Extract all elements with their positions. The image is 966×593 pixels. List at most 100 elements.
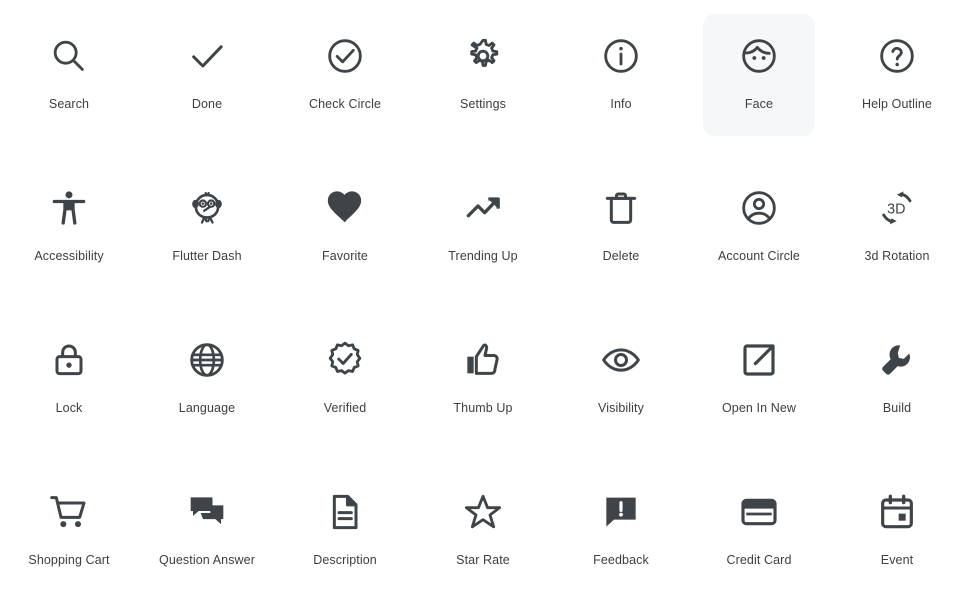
icon-label: Flutter Dash [172,249,242,263]
settings-icon[interactable] [459,32,507,80]
icon-label: Language [178,401,236,415]
icon-cell-verified[interactable]: Verified [276,304,414,456]
favorite-icon[interactable] [321,184,369,232]
credit-card-icon[interactable] [735,488,783,536]
icon-label: Settings [460,97,506,111]
flutter-dash-icon[interactable] [183,184,231,232]
icon-cell-trending-up[interactable]: Trending Up [414,152,552,304]
icon-cell-language[interactable]: Language [138,304,276,456]
search-icon[interactable] [45,32,93,80]
shopping-cart-icon[interactable] [45,488,93,536]
open-in-new-icon[interactable] [735,336,783,384]
icon-cell-accessibility[interactable]: Accessibility [0,152,138,304]
icon-cell-build[interactable]: Build [828,304,966,456]
icon-cell-account-circle[interactable]: Account Circle [690,152,828,304]
language-icon[interactable] [183,336,231,384]
description-icon[interactable] [321,488,369,536]
icon-cell-description[interactable]: Description [276,456,414,593]
icon-label: Shopping Cart [28,553,110,567]
icon-label: Build [882,401,912,415]
icon-cell-settings[interactable]: Settings [414,0,552,152]
icon-cell-open-in-new[interactable]: Open In New [690,304,828,456]
icon-cell-inner: Done [151,14,263,136]
3d-rotation-icon[interactable] [873,184,921,232]
icon-cell-inner: Shopping Cart [13,470,125,592]
icon-label: Favorite [322,249,368,263]
icon-cell-favorite[interactable]: Favorite [276,152,414,304]
icon-cell-3d-rotation[interactable]: 3d Rotation [828,152,966,304]
question-answer-icon[interactable] [183,488,231,536]
icon-label: Trending Up [448,249,518,263]
icon-cell-inner: Feedback [565,470,677,592]
icon-label: Open In New [721,401,797,415]
icon-cell-search[interactable]: Search [0,0,138,152]
icon-label: Search [48,97,90,111]
icon-cell-inner: Question Answer [151,470,263,592]
icon-cell-check-circle[interactable]: Check Circle [276,0,414,152]
icon-label: Done [191,97,223,111]
delete-icon[interactable] [597,184,645,232]
icon-cell-inner: Trending Up [427,166,539,288]
icon-cell-inner: Delete [565,166,677,288]
icon-cell-credit-card[interactable]: Credit Card [690,456,828,593]
icon-label: Credit Card [726,553,792,567]
help-outline-icon[interactable] [873,32,921,80]
account-circle-icon[interactable] [735,184,783,232]
icon-cell-done[interactable]: Done [138,0,276,152]
icon-label: Help Outline [862,97,932,111]
star-rate-icon[interactable] [459,488,507,536]
icon-cell-inner: Check Circle [289,14,401,136]
thumb-up-icon[interactable] [459,336,507,384]
icon-cell-inner: Flutter Dash [151,166,263,288]
icon-label: Question Answer [159,553,255,567]
face-icon[interactable] [735,32,783,80]
icon-label: Visibility [598,401,644,415]
icon-label: Info [610,97,632,111]
icon-label: Accessibility [34,249,104,263]
icon-label: Account Circle [718,249,800,263]
icon-label: Lock [55,401,83,415]
check-circle-icon[interactable] [321,32,369,80]
icon-cell-inner: Search [13,14,125,136]
verified-icon[interactable] [321,336,369,384]
icon-label: 3d Rotation [864,249,930,263]
visibility-icon[interactable] [597,336,645,384]
build-icon[interactable] [873,336,921,384]
icon-cell-visibility[interactable]: Visibility [552,304,690,456]
icon-cell-inner: Open In New [703,318,815,440]
feedback-icon[interactable] [597,488,645,536]
accessibility-icon[interactable] [45,184,93,232]
icon-cell-event[interactable]: Event [828,456,966,593]
icon-cell-inner: Language [151,318,263,440]
icon-cell-flutter-dash[interactable]: Flutter Dash [138,152,276,304]
icon-label: Check Circle [308,97,382,111]
icon-cell-inner: Credit Card [703,470,815,592]
icon-cell-help-outline[interactable]: Help Outline [828,0,966,152]
icon-cell-info[interactable]: Info [552,0,690,152]
icon-cell-inner: Account Circle [703,166,815,288]
icon-label: Thumb Up [453,401,513,415]
info-icon[interactable] [597,32,645,80]
icon-cell-inner: 3d Rotation [841,166,953,288]
icon-cell-delete[interactable]: Delete [552,152,690,304]
icon-cell-face[interactable]: Face [690,0,828,152]
icon-cell-thumb-up[interactable]: Thumb Up [414,304,552,456]
event-icon[interactable] [873,488,921,536]
icon-cell-feedback[interactable]: Feedback [552,456,690,593]
icon-cell-lock[interactable]: Lock [0,304,138,456]
icon-cell-inner: Thumb Up [427,318,539,440]
icon-grid: Search Done Check Circle Settings Info Face He… [0,0,966,593]
icon-cell-question-answer[interactable]: Question Answer [138,456,276,593]
icon-cell-star-rate[interactable]: Star Rate [414,456,552,593]
icon-label: Delete [602,249,640,263]
icon-cell-inner: Verified [289,318,401,440]
icon-label: Face [744,97,774,111]
icon-label: Description [313,553,377,567]
icon-cell-inner: Accessibility [13,166,125,288]
icon-cell-inner: Build [841,318,953,440]
lock-icon[interactable] [45,336,93,384]
done-icon[interactable] [183,32,231,80]
icon-cell-shopping-cart[interactable]: Shopping Cart [0,456,138,593]
trending-up-icon[interactable] [459,184,507,232]
icon-cell-inner: Lock [13,318,125,440]
